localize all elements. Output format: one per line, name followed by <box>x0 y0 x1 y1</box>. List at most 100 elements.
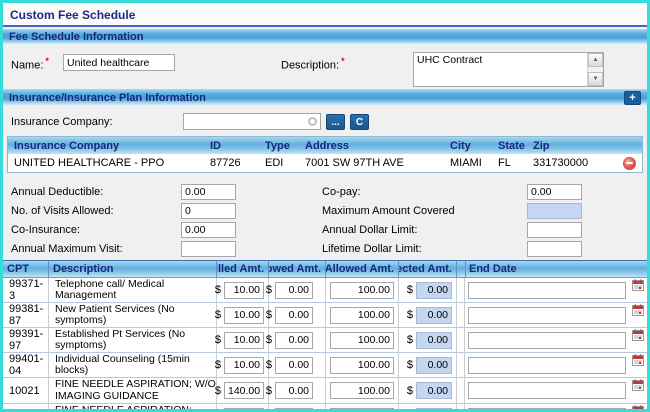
visits-allowed-input[interactable] <box>181 202 236 219</box>
required-asterisk: * <box>45 56 49 66</box>
spacer-cell <box>457 328 465 352</box>
title-bar: Custom Fee Schedule <box>3 3 647 25</box>
search-icon <box>308 117 317 126</box>
col-id: ID <box>210 139 221 152</box>
plan-fields: Annual Deductible: Co-pay: No. of Visits… <box>3 180 647 258</box>
textarea-scrollbar[interactable]: ▲ ▼ <box>587 53 603 86</box>
end-date-input[interactable] <box>468 281 626 299</box>
browse-insurance-button[interactable]: ... <box>326 113 345 130</box>
cpt-row: 99391-97 Established Pt Services (No sym… <box>3 328 647 353</box>
insurance-zip-cell: 331730000 <box>533 157 589 169</box>
billed-amount-input[interactable] <box>224 408 264 409</box>
coinsurance-input[interactable] <box>181 221 236 238</box>
copay-input[interactable] <box>527 183 582 200</box>
currency-symbol: $ <box>265 309 272 321</box>
expected-amount-input[interactable] <box>416 331 452 349</box>
description-label: Description: * <box>281 56 345 72</box>
insurance-type-cell: EDI <box>265 157 284 169</box>
billed-amount-input[interactable] <box>224 331 264 349</box>
currency-symbol: $ <box>406 359 413 371</box>
cpt-description-cell: Established Pt Services (No symptoms) <box>49 328 217 352</box>
annual-maximum-visit-input[interactable] <box>181 240 236 257</box>
allowed-amount-input[interactable] <box>275 408 313 409</box>
billed-amount-input[interactable] <box>224 281 264 299</box>
billed-amount-input[interactable] <box>224 306 264 324</box>
expected-amount-input[interactable] <box>416 281 452 299</box>
lifetime-dollar-limit-input[interactable] <box>527 240 582 257</box>
annual-dollar-limit-label: Annual Dollar Limit: <box>322 223 418 236</box>
calendar-icon[interactable] <box>632 379 644 391</box>
pct-of-allowed-input[interactable] <box>330 356 394 374</box>
cpt-description-cell: Individual Counseling (15min blocks) <box>49 353 217 377</box>
expected-amount-input[interactable] <box>416 356 452 374</box>
currency-symbol: $ <box>214 284 221 296</box>
custom-fee-schedule-window: Custom Fee Schedule Fee Schedule Informa… <box>0 0 650 412</box>
max-amount-covered-label: Maximum Amount Covered <box>322 204 455 217</box>
currency-symbol: $ <box>214 359 221 371</box>
expected-amount-input[interactable] <box>416 382 452 399</box>
fee-schedule-fields: Name:* Description:* UHC Contract ▲ ▼ <box>3 45 647 89</box>
calendar-icon[interactable] <box>632 279 644 291</box>
col-end-date: End Date <box>469 263 517 275</box>
scroll-down-icon[interactable]: ▼ <box>588 72 603 86</box>
currency-symbol: $ <box>265 359 272 371</box>
lifetime-dollar-limit-label: Lifetime Dollar Limit: <box>322 242 422 255</box>
end-date-input[interactable] <box>468 306 626 324</box>
calendar-icon[interactable] <box>632 304 644 316</box>
cpt-row: 99401-04 Individual Counseling (15min bl… <box>3 353 647 378</box>
clear-insurance-button[interactable]: C <box>350 113 369 130</box>
pct-of-allowed-input[interactable] <box>330 306 394 324</box>
insurance-grid: Insurance Company ID Type Address City S… <box>7 136 643 173</box>
allowed-amount-input[interactable] <box>275 306 313 324</box>
fee-schedule-section-title: Fee Schedule Information <box>9 31 144 43</box>
annual-deductible-input[interactable] <box>181 183 236 200</box>
cpt-row: 10022 FINE NEEDLE ASPIRATION; W/IMAGING … <box>3 404 647 412</box>
currency-symbol: $ <box>265 284 272 296</box>
copay-label: Co-pay: <box>322 185 361 198</box>
annual-dollar-limit-input[interactable] <box>527 221 582 238</box>
col-cpt: CPT <box>3 261 49 277</box>
cpt-description-cell: Telephone call/ Medical Management <box>49 278 217 302</box>
col-pct-of-allowed-amt: % of Allowed Amt. <box>326 261 399 277</box>
name-input[interactable] <box>63 54 175 71</box>
insurance-row: UNITED HEALTHCARE - PPO 87726 EDI 7001 S… <box>8 154 642 172</box>
max-amount-covered-input[interactable] <box>527 202 582 219</box>
expected-amount-input[interactable] <box>416 306 452 324</box>
billed-amount-input[interactable] <box>224 356 264 374</box>
insurance-section-header: Insurance/Insurance Plan Information + <box>3 89 647 106</box>
allowed-amount-input[interactable] <box>275 382 313 399</box>
expected-amount-input[interactable] <box>416 408 452 409</box>
spacer-cell <box>457 278 465 302</box>
col-description: Description <box>49 261 217 277</box>
calendar-icon[interactable] <box>632 354 644 366</box>
currency-symbol: $ <box>214 309 221 321</box>
pct-of-allowed-input[interactable] <box>330 281 394 299</box>
description-textarea[interactable]: UHC Contract <box>413 52 604 87</box>
billed-amount-input[interactable] <box>224 382 264 399</box>
end-date-input[interactable] <box>468 356 626 374</box>
end-date-input[interactable] <box>468 331 626 349</box>
spacer-cell <box>457 378 465 403</box>
add-insurance-button[interactable]: + <box>624 90 641 105</box>
col-billed-amt: Billed Amt. <box>217 261 269 277</box>
end-date-input[interactable] <box>468 408 626 409</box>
allowed-amount-input[interactable] <box>275 356 313 374</box>
cpt-code-cell: 10021 <box>3 378 49 403</box>
currency-symbol: $ <box>214 384 221 397</box>
allowed-amount-input[interactable] <box>275 281 313 299</box>
pct-of-allowed-input[interactable] <box>330 382 394 399</box>
calendar-icon[interactable] <box>632 405 644 412</box>
insurance-state-cell: FL <box>498 157 511 169</box>
pct-of-allowed-input[interactable] <box>330 408 394 409</box>
end-date-input[interactable] <box>468 382 626 399</box>
allowed-amount-input[interactable] <box>275 331 313 349</box>
remove-insurance-icon[interactable] <box>623 156 636 170</box>
insurance-section-title: Insurance/Insurance Plan Information <box>9 91 206 104</box>
currency-symbol: $ <box>406 309 413 321</box>
insurance-search-input[interactable] <box>183 113 321 130</box>
insurance-search-row: Insurance Company: ... C <box>3 106 647 136</box>
calendar-icon[interactable] <box>632 329 644 341</box>
scroll-up-icon[interactable]: ▲ <box>588 53 603 67</box>
spacer-cell <box>457 353 465 377</box>
pct-of-allowed-input[interactable] <box>330 331 394 349</box>
